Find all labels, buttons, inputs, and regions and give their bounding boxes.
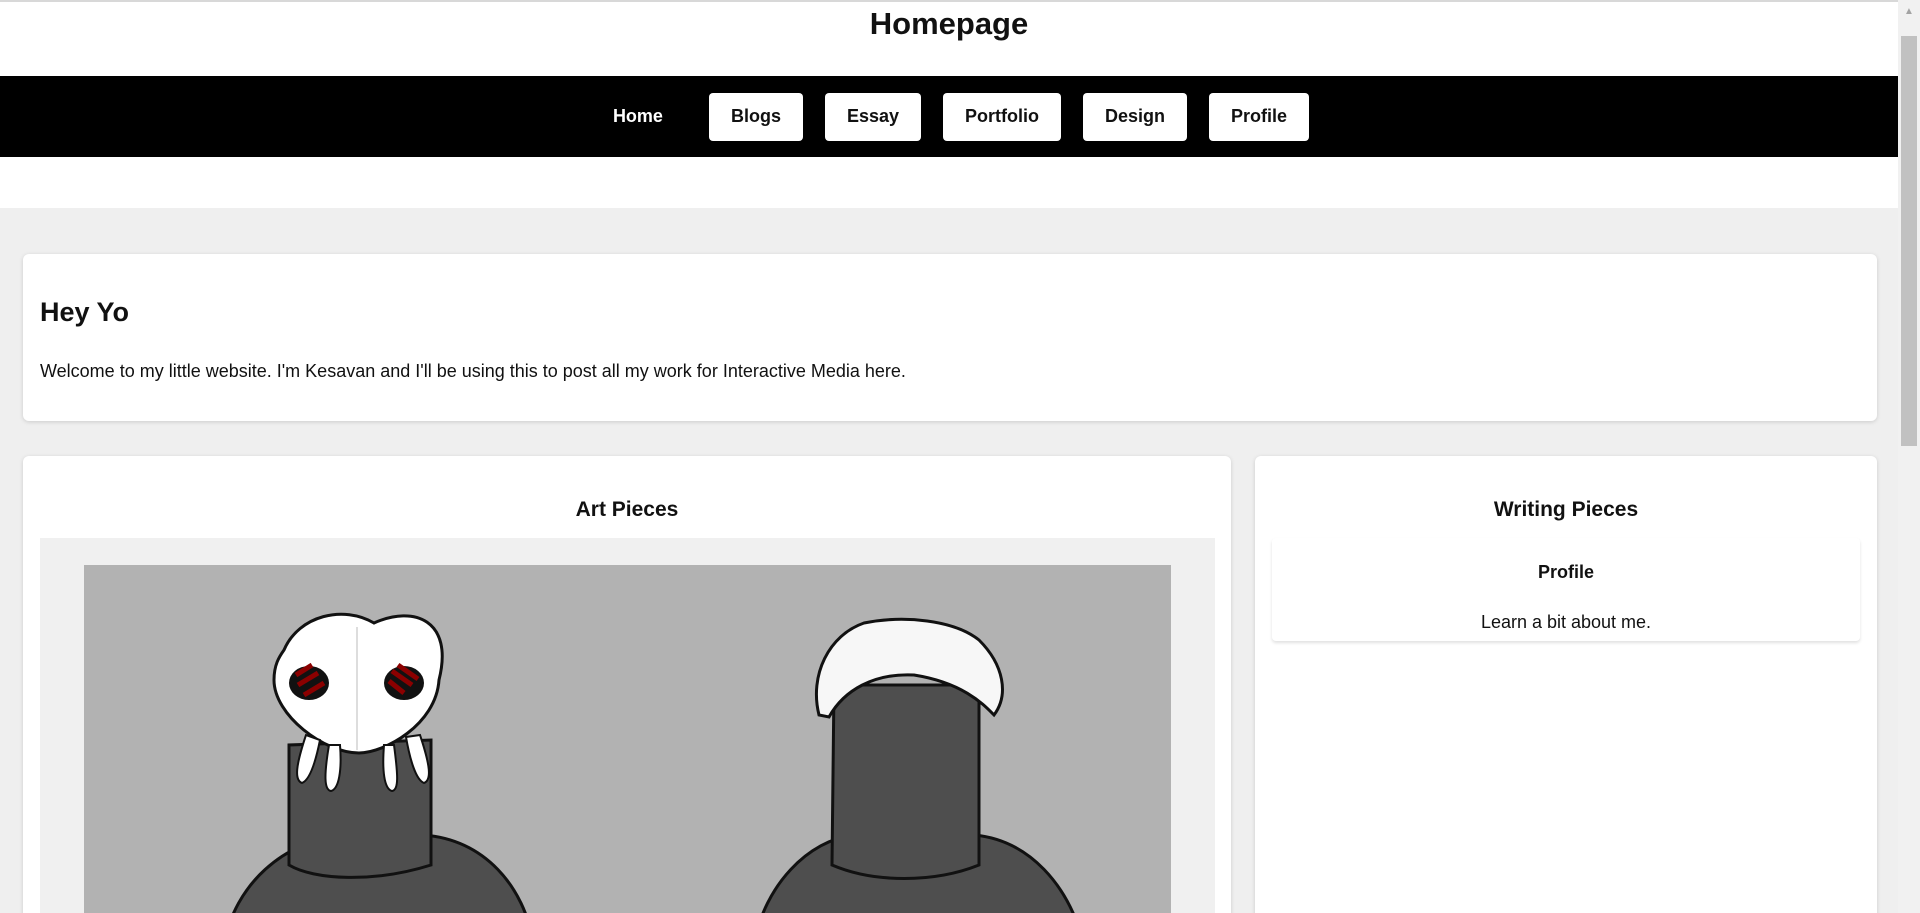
nav-item-profile[interactable]: Profile xyxy=(1209,92,1310,141)
page: Homepage Home Blogs Essay Portfolio Desi… xyxy=(0,0,1920,913)
page-title: Homepage xyxy=(869,6,1029,41)
nav-item-design[interactable]: Design xyxy=(1083,92,1188,141)
writing-item-description: Learn a bit about me. xyxy=(1480,612,1652,632)
writing-item-title[interactable]: Profile xyxy=(1272,562,1860,583)
main-nav: Home Blogs Essay Portfolio Design Profil… xyxy=(0,76,1898,157)
nav-item-blogs[interactable]: Blogs xyxy=(708,92,803,141)
intro-card: Hey Yo Welcome to my little website. I'm… xyxy=(23,254,1877,421)
vertical-scrollbar[interactable]: ▲ xyxy=(1898,0,1920,913)
masked-figures-drawing xyxy=(84,565,1171,913)
chevron-up-icon[interactable]: ▲ xyxy=(1898,0,1920,22)
art-gallery xyxy=(40,538,1215,913)
site-header: Homepage xyxy=(0,2,1898,76)
art-pieces-card: Art Pieces xyxy=(23,456,1231,913)
nav-item-home[interactable]: Home xyxy=(589,93,687,141)
art-piece-image[interactable] xyxy=(84,565,1171,913)
writing-item-profile[interactable]: Profile Learn a bit about me. xyxy=(1272,538,1860,641)
writing-pieces-title: Writing Pieces xyxy=(1493,498,1639,521)
writing-pieces-card: Writing Pieces Profile Learn a bit about… xyxy=(1255,456,1877,913)
scrollbar-thumb[interactable] xyxy=(1901,36,1917,446)
intro-text: Welcome to my little website. I'm Kesava… xyxy=(40,361,906,381)
intro-heading: Hey Yo xyxy=(40,297,130,327)
art-pieces-title: Art Pieces xyxy=(575,498,679,521)
nav-item-portfolio[interactable]: Portfolio xyxy=(943,92,1062,141)
nav-spacer xyxy=(0,157,1898,208)
nav-item-essay[interactable]: Essay xyxy=(824,92,922,141)
